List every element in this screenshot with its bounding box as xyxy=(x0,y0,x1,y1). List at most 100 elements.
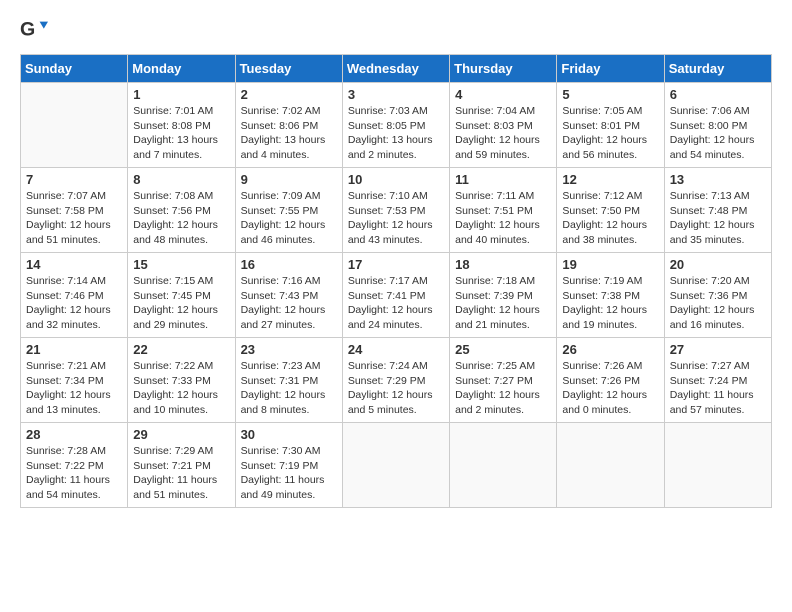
calendar-cell xyxy=(342,423,449,508)
day-header-monday: Monday xyxy=(128,55,235,83)
day-number: 3 xyxy=(348,87,444,102)
cell-content: Sunrise: 7:30 AM Sunset: 7:19 PM Dayligh… xyxy=(241,444,337,503)
calendar-cell: 25Sunrise: 7:25 AM Sunset: 7:27 PM Dayli… xyxy=(450,338,557,423)
calendar-cell: 13 Sunrise: 7:13 AM Sunset: 7:48 PM Dayli… xyxy=(664,168,771,253)
day-number: 24 xyxy=(348,342,444,357)
cell-content: Sunrise: 7:23 AM Sunset: 7:31 PM Dayligh… xyxy=(241,359,337,418)
calendar-cell xyxy=(664,423,771,508)
calendar-week-4: 21 Sunrise: 7:21 AM Sunset: 7:34 PM Dayli… xyxy=(21,338,772,423)
calendar-cell: 26Sunrise: 7:26 AM Sunset: 7:26 PM Dayli… xyxy=(557,338,664,423)
cell-content: Sunrise: 7:10 AM Sunset: 7:53 PM Dayligh… xyxy=(348,189,444,248)
logo: G xyxy=(20,16,54,44)
day-number: 28 xyxy=(26,427,122,442)
day-number: 23 xyxy=(241,342,337,357)
day-number: 7 xyxy=(26,172,122,187)
cell-content: Sunrise: 7:04 AM Sunset: 8:03 PM Dayligh… xyxy=(455,104,551,163)
calendar-cell: 19 Sunrise: 7:19 AM Sunset: 7:38 PM Dayli… xyxy=(557,253,664,338)
calendar-cell: 23 Sunrise: 7:23 AM Sunset: 7:31 PM Dayli… xyxy=(235,338,342,423)
cell-content: Sunrise: 7:16 AM Sunset: 7:43 PM Dayligh… xyxy=(241,274,337,333)
calendar-week-5: 28 Sunrise: 7:28 AM Sunset: 7:22 PM Dayli… xyxy=(21,423,772,508)
day-number: 17 xyxy=(348,257,444,272)
calendar-week-2: 7 Sunrise: 7:07 AM Sunset: 7:58 PM Daylig… xyxy=(21,168,772,253)
cell-content: Sunrise: 7:13 AM Sunset: 7:48 PM Dayligh… xyxy=(670,189,766,248)
calendar-cell: 10 Sunrise: 7:10 AM Sunset: 7:53 PM Dayli… xyxy=(342,168,449,253)
calendar-cell xyxy=(450,423,557,508)
calendar-cell: 27 Sunrise: 7:27 AM Sunset: 7:24 PM Dayli… xyxy=(664,338,771,423)
cell-content: Sunrise: 7:29 AM Sunset: 7:21 PM Dayligh… xyxy=(133,444,229,503)
calendar-cell xyxy=(21,83,128,168)
cell-content: Sunrise: 7:24 AM Sunset: 7:29 PM Dayligh… xyxy=(348,359,444,418)
day-number: 4 xyxy=(455,87,551,102)
calendar-week-3: 14 Sunrise: 7:14 AM Sunset: 7:46 PM Dayli… xyxy=(21,253,772,338)
day-number: 27 xyxy=(670,342,766,357)
cell-content: Sunrise: 7:18 AM Sunset: 7:39 PM Dayligh… xyxy=(455,274,551,333)
cell-content: Sunrise: 7:03 AM Sunset: 8:05 PM Dayligh… xyxy=(348,104,444,163)
day-number: 9 xyxy=(241,172,337,187)
calendar-cell: 5 Sunrise: 7:05 AM Sunset: 8:01 PM Daylig… xyxy=(557,83,664,168)
day-number: 30 xyxy=(241,427,337,442)
calendar-cell xyxy=(557,423,664,508)
day-number: 14 xyxy=(26,257,122,272)
calendar-cell: 9 Sunrise: 7:09 AM Sunset: 7:55 PM Daylig… xyxy=(235,168,342,253)
cell-content: Sunrise: 7:05 AM Sunset: 8:01 PM Dayligh… xyxy=(562,104,658,163)
day-header-thursday: Thursday xyxy=(450,55,557,83)
cell-content: Sunrise: 7:19 AM Sunset: 7:38 PM Dayligh… xyxy=(562,274,658,333)
cell-content: Sunrise: 7:17 AM Sunset: 7:41 PM Dayligh… xyxy=(348,274,444,333)
cell-content: Sunrise: 7:20 AM Sunset: 7:36 PM Dayligh… xyxy=(670,274,766,333)
day-number: 21 xyxy=(26,342,122,357)
calendar-cell: 12Sunrise: 7:12 AM Sunset: 7:50 PM Dayli… xyxy=(557,168,664,253)
calendar-cell: 4 Sunrise: 7:04 AM Sunset: 8:03 PM Daylig… xyxy=(450,83,557,168)
cell-content: Sunrise: 7:22 AM Sunset: 7:33 PM Dayligh… xyxy=(133,359,229,418)
calendar-cell: 30 Sunrise: 7:30 AM Sunset: 7:19 PM Dayli… xyxy=(235,423,342,508)
day-number: 11 xyxy=(455,172,551,187)
page-header: G xyxy=(20,16,772,44)
calendar-cell: 14 Sunrise: 7:14 AM Sunset: 7:46 PM Dayli… xyxy=(21,253,128,338)
cell-content: Sunrise: 7:11 AM Sunset: 7:51 PM Dayligh… xyxy=(455,189,551,248)
day-number: 16 xyxy=(241,257,337,272)
calendar-cell: 11 Sunrise: 7:11 AM Sunset: 7:51 PM Dayli… xyxy=(450,168,557,253)
day-header-saturday: Saturday xyxy=(664,55,771,83)
logo-icon: G xyxy=(20,16,48,44)
day-number: 18 xyxy=(455,257,551,272)
cell-content: Sunrise: 7:02 AM Sunset: 8:06 PM Dayligh… xyxy=(241,104,337,163)
calendar-cell: 20 Sunrise: 7:20 AM Sunset: 7:36 PM Dayli… xyxy=(664,253,771,338)
day-number: 26 xyxy=(562,342,658,357)
calendar-cell: 15Sunrise: 7:15 AM Sunset: 7:45 PM Dayli… xyxy=(128,253,235,338)
calendar-cell: 28 Sunrise: 7:28 AM Sunset: 7:22 PM Dayli… xyxy=(21,423,128,508)
day-number: 6 xyxy=(670,87,766,102)
day-number: 13 xyxy=(670,172,766,187)
day-number: 2 xyxy=(241,87,337,102)
svg-text:G: G xyxy=(20,19,35,41)
cell-content: Sunrise: 7:28 AM Sunset: 7:22 PM Dayligh… xyxy=(26,444,122,503)
cell-content: Sunrise: 7:15 AM Sunset: 7:45 PM Dayligh… xyxy=(133,274,229,333)
calendar-cell: 22 Sunrise: 7:22 AM Sunset: 7:33 PM Dayli… xyxy=(128,338,235,423)
day-number: 20 xyxy=(670,257,766,272)
calendar-cell: 3 Sunrise: 7:03 AM Sunset: 8:05 PM Daylig… xyxy=(342,83,449,168)
cell-content: Sunrise: 7:14 AM Sunset: 7:46 PM Dayligh… xyxy=(26,274,122,333)
cell-content: Sunrise: 7:08 AM Sunset: 7:56 PM Dayligh… xyxy=(133,189,229,248)
calendar-cell: 21 Sunrise: 7:21 AM Sunset: 7:34 PM Dayli… xyxy=(21,338,128,423)
calendar-week-1: 1Sunrise: 7:01 AM Sunset: 8:08 PM Daylig… xyxy=(21,83,772,168)
day-number: 29 xyxy=(133,427,229,442)
day-number: 12 xyxy=(562,172,658,187)
cell-content: Sunrise: 7:25 AM Sunset: 7:27 PM Dayligh… xyxy=(455,359,551,418)
cell-content: Sunrise: 7:27 AM Sunset: 7:24 PM Dayligh… xyxy=(670,359,766,418)
calendar-cell: 7 Sunrise: 7:07 AM Sunset: 7:58 PM Daylig… xyxy=(21,168,128,253)
calendar-table: SundayMondayTuesdayWednesdayThursdayFrid… xyxy=(20,54,772,508)
calendar-header-row: SundayMondayTuesdayWednesdayThursdayFrid… xyxy=(21,55,772,83)
cell-content: Sunrise: 7:07 AM Sunset: 7:58 PM Dayligh… xyxy=(26,189,122,248)
cell-content: Sunrise: 7:09 AM Sunset: 7:55 PM Dayligh… xyxy=(241,189,337,248)
day-number: 22 xyxy=(133,342,229,357)
day-header-wednesday: Wednesday xyxy=(342,55,449,83)
day-header-tuesday: Tuesday xyxy=(235,55,342,83)
cell-content: Sunrise: 7:21 AM Sunset: 7:34 PM Dayligh… xyxy=(26,359,122,418)
calendar-cell: 16 Sunrise: 7:16 AM Sunset: 7:43 PM Dayli… xyxy=(235,253,342,338)
day-number: 8 xyxy=(133,172,229,187)
calendar-cell: 24 Sunrise: 7:24 AM Sunset: 7:29 PM Dayli… xyxy=(342,338,449,423)
day-number: 5 xyxy=(562,87,658,102)
calendar-cell: 17 Sunrise: 7:17 AM Sunset: 7:41 PM Dayli… xyxy=(342,253,449,338)
calendar-cell: 6Sunrise: 7:06 AM Sunset: 8:00 PM Daylig… xyxy=(664,83,771,168)
calendar-cell: 29 Sunrise: 7:29 AM Sunset: 7:21 PM Dayli… xyxy=(128,423,235,508)
day-number: 10 xyxy=(348,172,444,187)
day-number: 19 xyxy=(562,257,658,272)
